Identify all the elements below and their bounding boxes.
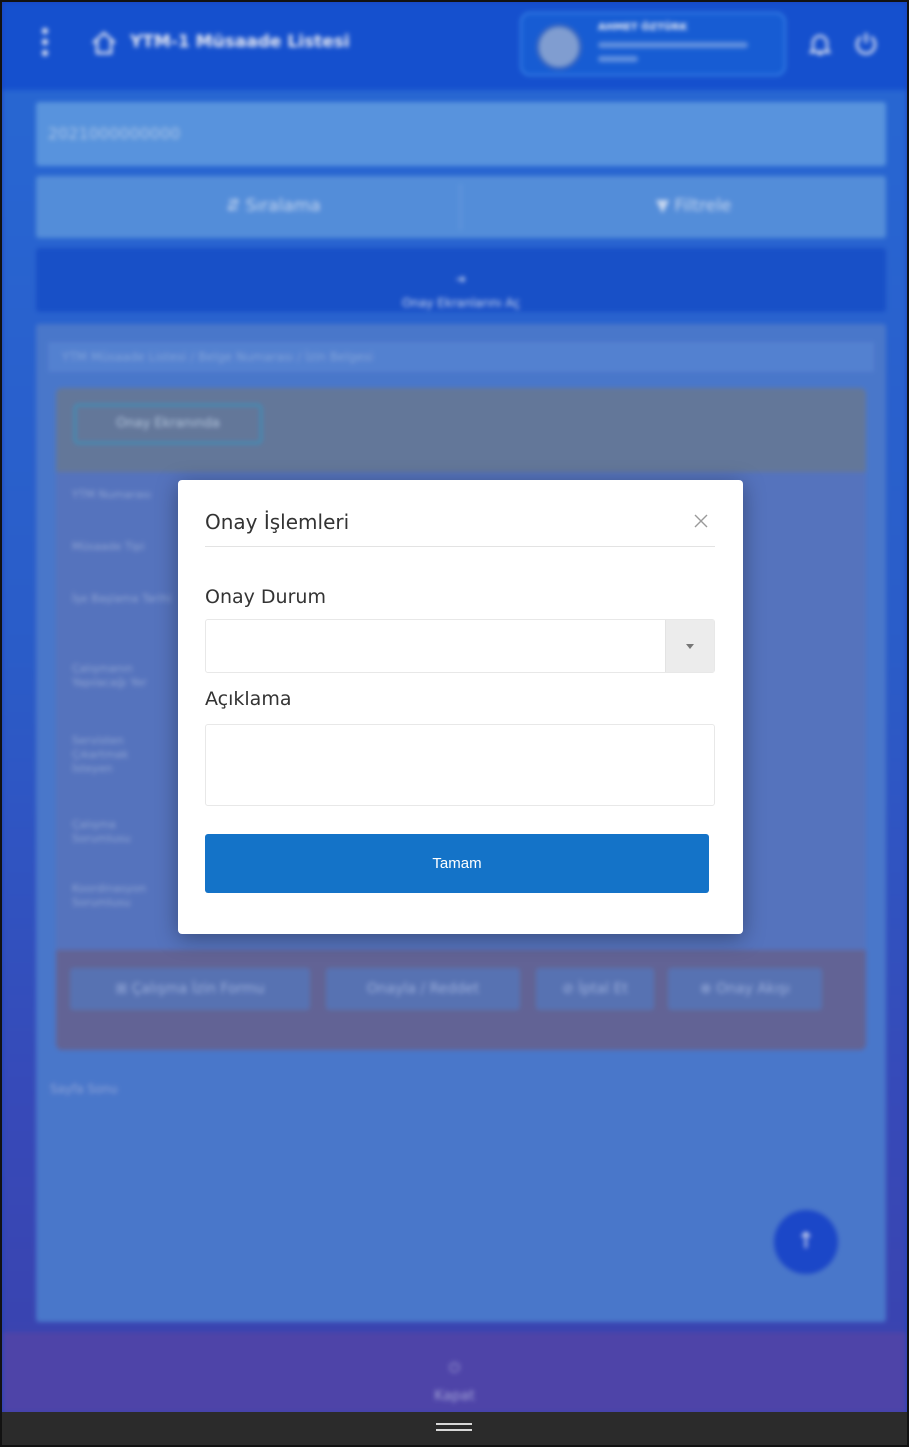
nav-handle-icon[interactable]	[436, 1423, 472, 1433]
status-label: Onay Durum	[205, 586, 326, 608]
dialog-title: Onay İşlemleri	[205, 510, 350, 534]
system-navigation-bar	[2, 1412, 907, 1445]
close-icon[interactable]	[690, 510, 712, 532]
dialog-divider	[205, 546, 715, 547]
dropdown-arrow[interactable]	[665, 620, 714, 672]
chevron-down-icon	[686, 644, 694, 649]
description-label: Açıklama	[205, 688, 292, 710]
screen: YTM-1 Müsaade Listesi AHMET ÖZTÜRK 20210…	[0, 0, 909, 1447]
status-select[interactable]	[205, 619, 715, 673]
ok-button[interactable]: Tamam	[205, 834, 709, 893]
approval-dialog: Onay İşlemleri Onay Durum Açıklama Tamam	[178, 480, 743, 934]
description-field[interactable]	[205, 724, 715, 806]
